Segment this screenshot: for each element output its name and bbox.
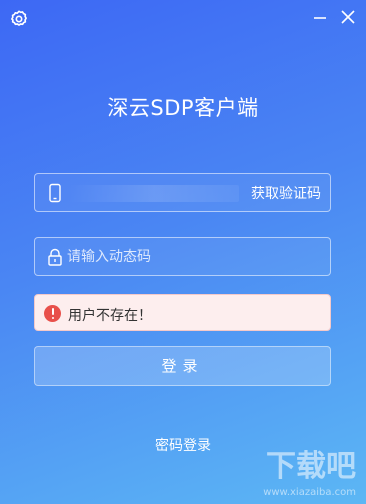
watermark-url: www.xiazaiba.com: [263, 487, 356, 498]
phone-field[interactable]: 获取验证码: [34, 173, 331, 212]
lock-icon: [48, 248, 62, 266]
window-controls: [312, 9, 356, 25]
code-field[interactable]: [34, 237, 331, 276]
watermark-brand: 下载吧: [266, 449, 356, 484]
error-message-text: 用户不存在！: [68, 308, 152, 324]
watermark-logo: 下载吧 www.xiazaiba.com: [263, 449, 356, 498]
settings-icon[interactable]: [9, 9, 29, 29]
phone-number-value: [69, 185, 239, 202]
error-message-box: 用户不存在！: [34, 294, 331, 331]
login-window: 深云SDP客户端 获取验证码 用户不存在！ 登录 密码登录 下载吧 www.xi…: [0, 0, 366, 504]
get-code-button[interactable]: 获取验证码: [251, 183, 321, 203]
close-icon[interactable]: [340, 9, 356, 25]
code-input[interactable]: [67, 238, 322, 275]
phone-icon: [49, 183, 61, 203]
minimize-icon[interactable]: [312, 9, 328, 25]
error-icon: [44, 305, 61, 322]
login-button[interactable]: 登录: [34, 346, 331, 386]
app-title: 深云SDP客户端: [107, 96, 259, 120]
